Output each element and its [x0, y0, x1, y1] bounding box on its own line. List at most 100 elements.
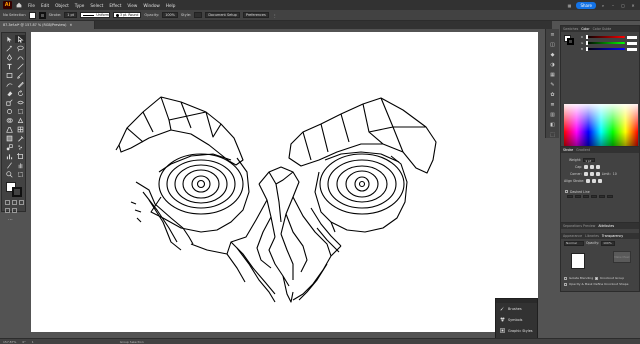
align-panel-icon[interactable]: ▥ — [549, 112, 556, 118]
gap-field[interactable] — [575, 195, 581, 198]
arrange-icon[interactable]: ⋮ — [272, 12, 278, 18]
round-cap-icon[interactable] — [590, 164, 595, 169]
transparency-opacity-field[interactable]: 100% — [601, 240, 616, 246]
align-outside-icon[interactable] — [598, 178, 603, 183]
tab-separations-preview[interactable]: Separations Preview — [563, 224, 595, 228]
dash-field[interactable] — [583, 195, 589, 198]
dash-field[interactable] — [599, 195, 605, 198]
width-tool-icon[interactable] — [15, 98, 25, 106]
tab-attributes[interactable]: Attributes — [598, 224, 614, 228]
slice-tool-icon[interactable] — [4, 161, 14, 169]
tab-color[interactable]: Color — [581, 27, 589, 31]
b-value-field[interactable] — [627, 47, 637, 51]
column-graph-icon[interactable] — [4, 152, 14, 160]
preferences-button[interactable]: Preferences — [242, 12, 269, 18]
warp-tool-icon[interactable] — [4, 107, 14, 115]
symbol-sprayer-icon[interactable] — [15, 143, 25, 151]
g-slider-knob[interactable] — [586, 41, 588, 45]
b-slider-knob[interactable] — [586, 47, 588, 51]
tab-stroke[interactable]: Stroke — [563, 148, 573, 152]
pen-tool-icon[interactable] — [4, 53, 14, 61]
print-tiling-icon[interactable] — [15, 170, 25, 178]
stroke-weight-dropdown[interactable]: 1 pt — [64, 12, 77, 18]
line-art-face[interactable] — [31, 32, 538, 332]
tab-swatches[interactable]: Swatches — [563, 27, 578, 31]
stroke-panel-icon[interactable]: ≣ — [549, 102, 556, 108]
brushes-panel-icon[interactable]: ✎ — [549, 82, 556, 88]
lasso-icon[interactable] — [15, 44, 25, 52]
limit-value[interactable]: 10 — [613, 172, 617, 176]
menu-window[interactable]: Window — [143, 3, 160, 8]
stroke-swatch[interactable] — [38, 11, 46, 19]
type-tool-icon[interactable] — [4, 62, 14, 70]
pathfinder-panel-icon[interactable]: ◧ — [549, 122, 556, 128]
menu-select[interactable]: Select — [90, 3, 103, 8]
blend-mode-dropdown[interactable]: Normal — [564, 240, 584, 246]
live-paint-icon[interactable] — [15, 116, 25, 124]
menu-help[interactable]: Help — [166, 3, 176, 8]
menu-file[interactable]: File — [28, 3, 35, 8]
gap-field[interactable] — [591, 195, 597, 198]
tab-appearance[interactable]: Appearance — [563, 234, 582, 238]
search-icon[interactable]: ⌕ — [600, 2, 606, 8]
home-icon[interactable] — [15, 2, 22, 9]
curvature-tool-icon[interactable] — [15, 53, 25, 61]
artboard-tool-icon[interactable] — [15, 152, 25, 160]
gradient-tool-icon[interactable] — [4, 134, 14, 142]
direct-selection-tool-icon[interactable] — [15, 35, 25, 43]
hand-tool-icon[interactable] — [15, 161, 25, 169]
minimize-icon[interactable]: – — [610, 2, 616, 8]
scale-tool-icon[interactable] — [4, 98, 14, 106]
r-slider-knob[interactable] — [586, 35, 588, 39]
layers-panel-icon[interactable]: ◫ — [549, 42, 556, 48]
make-mask-button[interactable]: Make Mask — [613, 251, 631, 263]
shape-builder-icon[interactable] — [4, 116, 14, 124]
close-icon[interactable]: ✕ — [630, 2, 636, 8]
b-slider-track[interactable] — [586, 47, 625, 51]
swatches-panel-icon[interactable]: ▦ — [549, 72, 556, 78]
document-tab[interactable]: 87.3ef.ai* @ 157.87 % (RGB/Preview) ✕ — [0, 21, 95, 29]
round-join-icon[interactable] — [589, 171, 594, 176]
menu-edit[interactable]: Edit — [41, 3, 49, 8]
maximize-icon[interactable]: ▢ — [620, 2, 626, 8]
libraries-panel-icon[interactable]: ◆ — [549, 52, 556, 58]
magic-wand-icon[interactable] — [4, 44, 14, 52]
menu-object[interactable]: Object — [55, 3, 69, 8]
opacity-mask-checkbox[interactable] — [564, 282, 567, 286]
r-value-field[interactable] — [627, 35, 637, 39]
menu-effect[interactable]: Effect — [109, 3, 121, 8]
gap-field[interactable] — [607, 195, 613, 198]
rectangle-tool-icon[interactable] — [4, 71, 14, 79]
free-transform-icon[interactable] — [15, 107, 25, 115]
artboard[interactable] — [31, 32, 538, 332]
graphic-styles-item[interactable]: Graphic Styles — [496, 325, 537, 336]
pencil-icon[interactable] — [15, 80, 25, 88]
rotate-tool-icon[interactable] — [15, 89, 25, 97]
brush-definition[interactable]: 3 pt. Round — [112, 12, 142, 18]
eyedropper-icon[interactable] — [15, 134, 25, 142]
align-center-icon[interactable] — [586, 178, 591, 183]
style-dropdown[interactable] — [194, 12, 203, 18]
edit-toolbar-icon[interactable]: ··· — [2, 213, 25, 223]
rotation-value[interactable]: 0° — [22, 340, 25, 344]
color-mode-button[interactable] — [5, 200, 10, 205]
menu-view[interactable]: View — [127, 3, 137, 8]
workspace-icon[interactable]: ▦ — [566, 2, 572, 8]
selection-tool-icon[interactable] — [4, 35, 14, 43]
document-setup-button[interactable]: Document Setup — [205, 12, 240, 18]
opacity-field[interactable]: 100% — [162, 12, 178, 18]
tab-gradient[interactable]: Gradient — [576, 148, 590, 152]
none-mode-button[interactable] — [19, 200, 24, 205]
dashed-line-checkbox[interactable] — [565, 190, 568, 193]
transform-panel-icon[interactable]: ⬚ — [549, 132, 556, 138]
symbols-panel-icon[interactable]: ✿ — [549, 92, 556, 98]
butt-cap-icon[interactable] — [584, 164, 589, 169]
color-panel-stroke-swatch[interactable] — [567, 38, 574, 45]
toolbar-stroke-swatch[interactable] — [12, 187, 22, 197]
fill-swatch[interactable] — [28, 11, 36, 19]
eraser-icon[interactable] — [4, 89, 14, 97]
align-inside-icon[interactable] — [592, 178, 597, 183]
tab-libraries[interactable]: Libraries — [585, 234, 599, 238]
tab-close-icon[interactable]: ✕ — [69, 23, 72, 27]
zoom-tool-icon[interactable] — [4, 170, 14, 178]
